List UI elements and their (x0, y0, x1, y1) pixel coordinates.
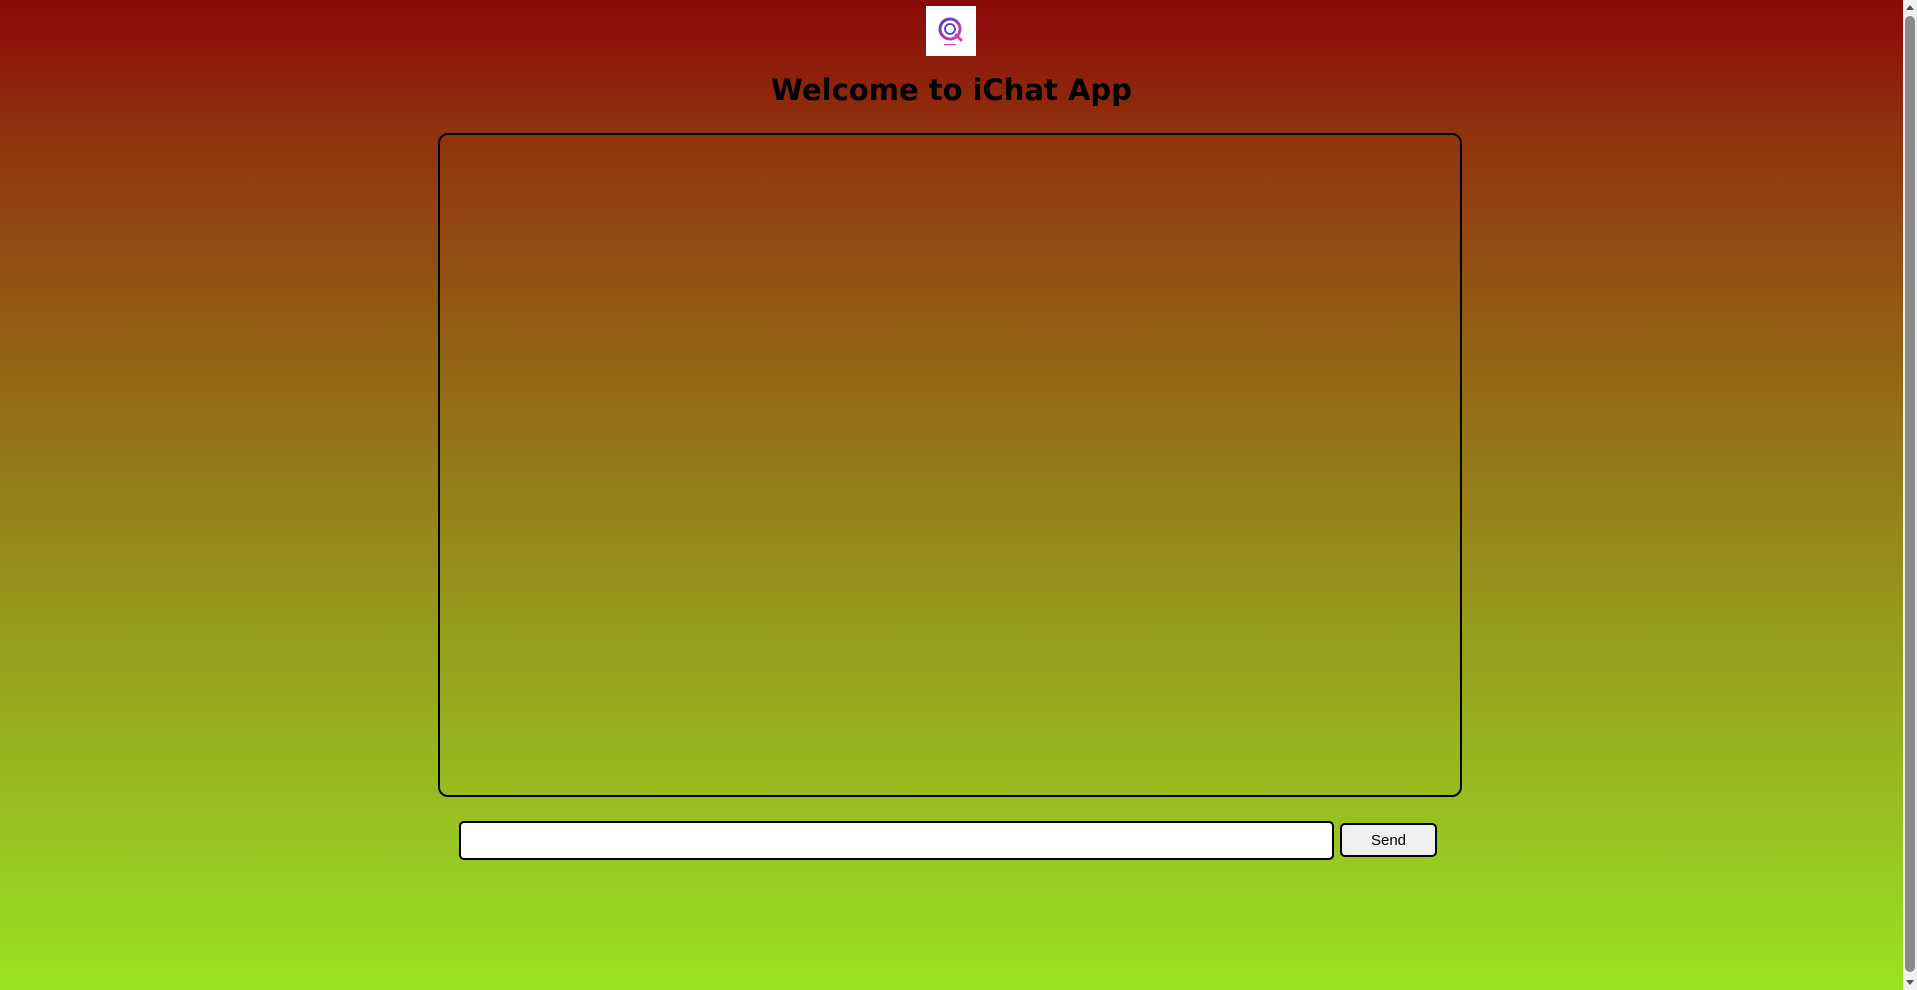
scroll-up-arrow-icon[interactable] (1903, 0, 1917, 14)
vertical-scrollbar[interactable] (1903, 0, 1917, 990)
page-title: Welcome to iChat App (771, 73, 1132, 107)
scrollbar-thumb[interactable] (1905, 16, 1915, 972)
ichat-logo-icon (926, 6, 976, 56)
message-input[interactable] (459, 821, 1334, 860)
send-button[interactable]: Send (1340, 823, 1437, 857)
chat-messages-area[interactable] (438, 133, 1462, 797)
page: Welcome to iChat App Send (0, 0, 1903, 990)
scroll-down-arrow-icon[interactable] (1903, 976, 1917, 990)
message-composer: Send (459, 821, 1437, 861)
